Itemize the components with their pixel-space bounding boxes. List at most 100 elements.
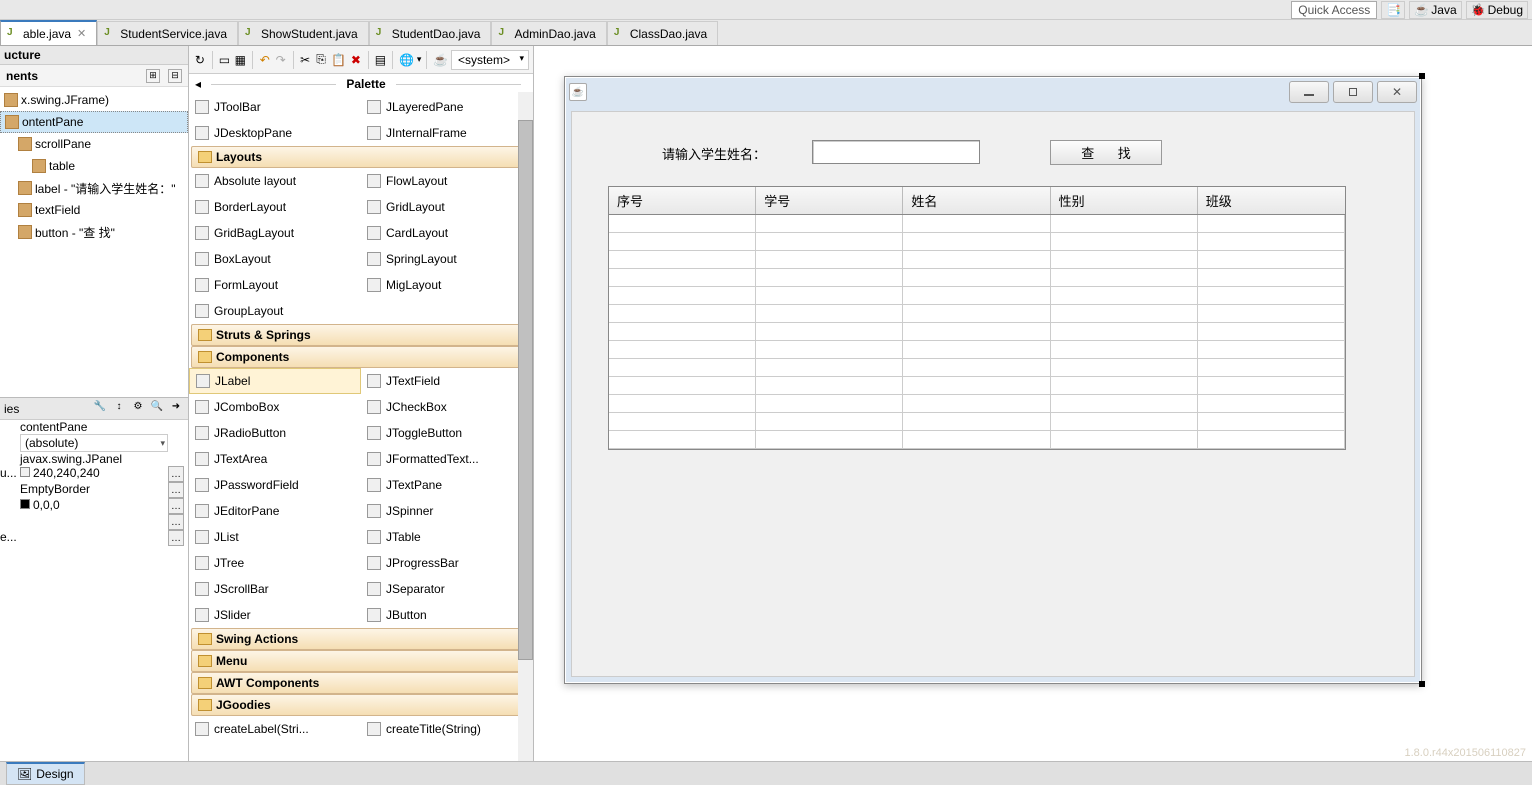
table-column-header[interactable]: 序号 [609,187,756,214]
editor-tab[interactable]: ShowStudent.java [238,21,369,45]
table-row[interactable] [609,395,1345,413]
palette-item[interactable]: BoxLayout [189,246,361,272]
props-tool-2[interactable]: ↕ [111,401,127,417]
tree-item[interactable]: button - "查 找" [0,221,188,243]
palette-item[interactable]: createLabel(Stri... [189,716,361,742]
palette-item[interactable]: JPasswordField [189,472,361,498]
prop-edit[interactable] [168,452,188,466]
open-perspective-button[interactable]: 📑 [1381,1,1405,19]
expand-all-icon[interactable]: ⊞ [146,69,160,83]
palette-item[interactable]: createTitle(String) [361,716,533,742]
jframe[interactable]: ☕ ✕ 请输入学生姓名： 查 找 序号学号姓名性别班级 [564,76,1422,684]
table-row[interactable] [609,269,1345,287]
editor-tab[interactable]: StudentDao.java [369,21,492,45]
palette-item[interactable]: JList [189,524,361,550]
design-tab[interactable]: 🖼 Design [6,762,85,785]
palette-item[interactable]: GridLayout [361,194,533,220]
palette-item[interactable]: SpringLayout [361,246,533,272]
prop-value[interactable]: 0,0,0 [20,498,168,514]
props-goto-icon[interactable]: ➜ [168,401,184,417]
table-row[interactable] [609,359,1345,377]
tree-item[interactable]: label - "请输入学生姓名：" [0,177,188,199]
prop-value[interactable]: (absolute) [20,434,168,452]
palette-item[interactable]: JRadioButton [189,420,361,446]
prop-edit[interactable]: … [168,498,188,514]
prop-edit[interactable]: … [168,514,188,530]
paste-icon[interactable]: 📋 [330,49,347,71]
table-row[interactable] [609,323,1345,341]
palette-item[interactable]: JComboBox [189,394,361,420]
design-canvas[interactable]: ☕ ✕ 请输入学生姓名： 查 找 序号学号姓名性别班级 [534,46,1532,761]
palette-item[interactable]: GridBagLayout [189,220,361,246]
palette-item[interactable]: GroupLayout [189,298,361,324]
palette-item[interactable]: JTextPane [361,472,533,498]
palette-item[interactable]: CardLayout [361,220,533,246]
lnf-icon[interactable]: ☕ [432,49,449,71]
palette-item[interactable]: JToolBar [189,94,361,120]
palette-item[interactable]: FlowLayout [361,168,533,194]
properties-grid[interactable]: contentPane(absolute)javax.swing.JPanelu… [0,420,188,546]
search-button[interactable]: 查 找 [1050,140,1162,165]
close-icon[interactable]: ✕ [1377,81,1417,103]
undo-icon[interactable]: ↶ [258,49,272,71]
palette-item[interactable]: BorderLayout [189,194,361,220]
table-row[interactable] [609,413,1345,431]
palette-folder[interactable]: Components [191,346,531,368]
palette-item[interactable]: JTable [361,524,533,550]
test-icon[interactable]: ▤ [373,49,387,71]
palette-item[interactable]: FormLayout [189,272,361,298]
palette-item[interactable]: JButton [361,602,533,628]
collapse-all-icon[interactable]: ⊟ [168,69,182,83]
palette-item[interactable]: MigLayout [361,272,533,298]
resize-handle[interactable] [1419,681,1425,687]
props-tool-4[interactable]: 🔍 [149,401,165,417]
editor-tab[interactable]: AdminDao.java [491,21,606,45]
copy-icon[interactable]: ⎘ [314,49,328,71]
table-row[interactable] [609,287,1345,305]
palette-item[interactable]: JSpinner [361,498,533,524]
table-column-header[interactable]: 姓名 [903,187,1050,214]
palette-item[interactable]: JCheckBox [361,394,533,420]
palette-item[interactable]: Absolute layout [189,168,361,194]
palette-item[interactable]: JScrollBar [189,576,361,602]
tree-item[interactable]: scrollPane [0,133,188,155]
debug-perspective[interactable]: 🐞Debug [1466,1,1528,19]
marquee-icon[interactable]: ▦ [233,49,247,71]
prop-edit[interactable]: … [168,530,188,546]
table-row[interactable] [609,431,1345,449]
back-icon[interactable]: ◂ [195,77,201,91]
tree-item[interactable]: ontentPane [0,111,188,133]
name-textfield[interactable] [812,140,980,164]
editor-tab[interactable]: ClassDao.java [607,21,718,45]
table-column-header[interactable]: 班级 [1198,187,1345,214]
prop-edit[interactable]: … [168,466,188,482]
palette-item[interactable]: JDesktopPane [189,120,361,146]
palette-item[interactable]: JProgressBar [361,550,533,576]
palette-item[interactable]: JInternalFrame [361,120,533,146]
cut-icon[interactable]: ✂ [298,49,312,71]
table-row[interactable] [609,377,1345,395]
palette-folder[interactable]: Swing Actions [191,628,531,650]
palette-item[interactable]: JToggleButton [361,420,533,446]
structure-tree[interactable]: x.swing.JFrame)ontentPanescrollPanetable… [0,87,188,397]
editor-tab[interactable]: able.java✕ [0,20,97,45]
tree-item[interactable]: textField [0,199,188,221]
palette-scrollbar[interactable] [518,92,533,761]
prop-edit[interactable]: … [168,482,188,498]
delete-icon[interactable]: ✖ [349,49,363,71]
prop-edit[interactable] [168,420,188,434]
editor-tab[interactable]: StudentService.java [97,21,238,45]
redo-icon[interactable]: ↷ [274,49,288,71]
table-row[interactable] [609,215,1345,233]
java-perspective[interactable]: ☕Java [1409,1,1461,19]
internationalize-icon[interactable]: 🌐 [398,49,415,71]
prop-value[interactable]: 240,240,240 [20,466,168,482]
props-tool-3[interactable]: ⚙ [130,401,146,417]
prop-value[interactable]: contentPane [20,420,168,434]
resize-handle[interactable] [1419,73,1425,79]
refresh-icon[interactable]: ↻ [193,49,207,71]
props-tool-1[interactable]: 🔧 [92,401,108,417]
tree-item[interactable]: table [0,155,188,177]
maximize-icon[interactable] [1333,81,1373,103]
palette-panel[interactable]: ◂ Palette JToolBarJLayeredPaneJDesktopPa… [189,74,533,761]
